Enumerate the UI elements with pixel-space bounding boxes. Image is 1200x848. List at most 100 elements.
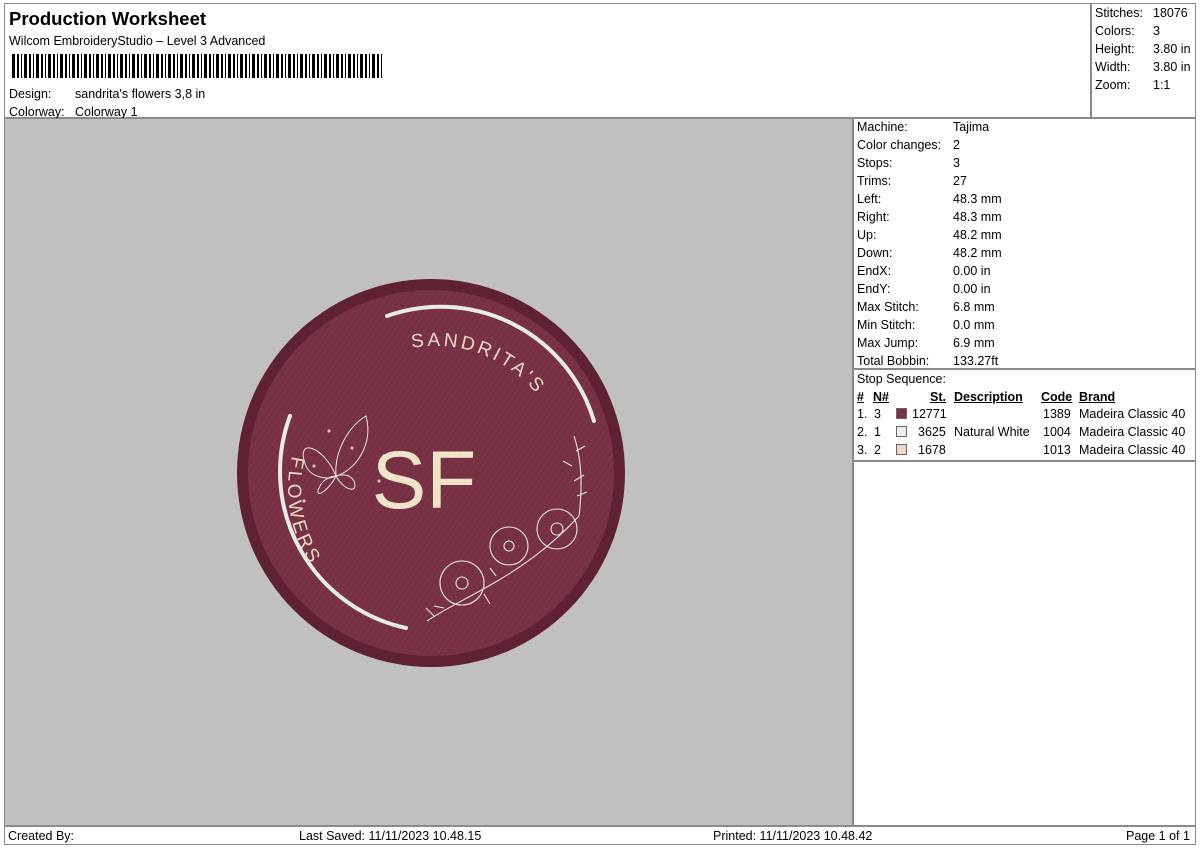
page-title: Production Worksheet — [9, 8, 207, 29]
stat-label: Height: — [1095, 42, 1135, 56]
machine-row: Total Bobbin: 133.27ft — [857, 354, 998, 368]
col-header-needle: N# — [873, 390, 889, 404]
machine-value: 48.3 mm — [953, 210, 1002, 224]
machine-value: Tajima — [953, 120, 990, 134]
design-preview[interactable]: SANDRITA'S FLOWERS SF — [4, 118, 853, 826]
col-header-code: Code — [1041, 390, 1073, 404]
color-swatch — [896, 408, 907, 419]
col-header-brand: Brand — [1079, 390, 1116, 404]
design-row: Design: sandrita's flowers 3,8 in — [9, 87, 205, 101]
row-code: 1389 — [1043, 407, 1071, 421]
machine-value: 6.9 mm — [953, 336, 995, 350]
machine-label: Max Jump: — [857, 336, 919, 350]
col-header-stitches: St. — [930, 390, 946, 404]
row-needle: 2 — [874, 443, 881, 457]
design-label: Design: — [9, 87, 52, 101]
row-brand: Madeira Classic 40 — [1079, 407, 1186, 421]
machine-row: EndY: 0.00 in — [857, 282, 991, 296]
color-swatch — [896, 426, 907, 437]
row-brand: Madeira Classic 40 — [1079, 425, 1186, 439]
machine-row: Min Stitch: 0.0 mm — [857, 318, 995, 332]
monogram: SF — [372, 435, 477, 526]
stat-label: Colors: — [1095, 24, 1135, 38]
row-code: 1013 — [1043, 443, 1071, 457]
stat-label: Width: — [1095, 60, 1131, 74]
stat-value: 3.80 in — [1153, 42, 1191, 56]
machine-row: Color changes: 2 — [857, 138, 960, 152]
machine-row: EndX: 0.00 in — [857, 264, 991, 278]
row-description: Natural White — [954, 425, 1030, 439]
machine-value: 2 — [953, 138, 960, 152]
machine-label: Left: — [857, 192, 882, 206]
machine-row: Up: 48.2 mm — [857, 228, 1002, 242]
machine-value: 0.00 in — [953, 282, 991, 296]
machine-row: Left: 48.3 mm — [857, 192, 1002, 206]
colorway-label: Colorway: — [9, 105, 65, 119]
stat-label: Zoom: — [1095, 78, 1131, 92]
machine-row: Max Stitch: 6.8 mm — [857, 300, 995, 314]
machine-value: 6.8 mm — [953, 300, 995, 314]
row-code: 1004 — [1043, 425, 1071, 439]
stat-value: 18076 — [1153, 6, 1188, 20]
stat-colors: Colors: 3 — [1095, 24, 1160, 38]
machine-info-panel: Machine: Tajima Color changes: 2 Stops: 3 T… — [853, 118, 1196, 369]
worksheet-footer: Created By: Last Saved: 11/11/2023 10.48… — [4, 826, 1196, 845]
colorway-row: Colorway: Colorway 1 — [9, 105, 138, 119]
embroidery-patch: SANDRITA'S FLOWERS SF — [237, 279, 625, 667]
machine-value: 3 — [953, 156, 960, 170]
stat-label: Stitches: — [1095, 6, 1143, 20]
printed-date: Printed: 11/11/2023 10.48.42 — [713, 829, 873, 843]
machine-value: 27 — [953, 174, 967, 188]
machine-value: 0.00 in — [953, 264, 991, 278]
machine-value: 0.0 mm — [953, 318, 995, 332]
page-number: Page 1 of 1 — [1126, 829, 1190, 843]
row-stitches: 1678 — [918, 443, 946, 457]
machine-label: Up: — [857, 228, 877, 242]
worksheet-header: Production Worksheet Wilcom EmbroiderySt… — [4, 3, 1091, 119]
row-needle: 1 — [874, 425, 881, 439]
machine-label: Total Bobbin: — [857, 354, 930, 368]
machine-label: Machine: — [857, 120, 908, 134]
last-saved: Last Saved: 11/11/2023 10.48.15 — [299, 829, 482, 843]
stat-zoom: Zoom: 1:1 — [1095, 78, 1170, 92]
row-needle: 3 — [874, 407, 881, 421]
machine-row: Right: 48.3 mm — [857, 210, 1002, 224]
machine-value: 48.2 mm — [953, 246, 1002, 260]
stats-panel: Stitches: 18076 Colors: 3 Height: 3.80 in W… — [1091, 3, 1196, 118]
software-name: Wilcom EmbroideryStudio – Level 3 Advanc… — [9, 34, 266, 48]
machine-label: Down: — [857, 246, 893, 260]
color-swatch — [896, 444, 907, 455]
machine-label: Stops: — [857, 156, 893, 170]
col-header-index: # — [857, 390, 864, 404]
stat-value: 1:1 — [1153, 78, 1171, 92]
machine-row: Stops: 3 — [857, 156, 960, 170]
stat-width: Width: 3.80 in — [1095, 60, 1191, 74]
created-by: Created By: — [8, 829, 75, 843]
machine-label: Max Stitch: — [857, 300, 919, 314]
stat-value: 3.80 in — [1153, 60, 1191, 74]
col-header-description: Description — [954, 390, 1023, 404]
stat-stitches: Stitches: 18076 — [1095, 6, 1188, 20]
stat-value: 3 — [1153, 24, 1160, 38]
design-value: sandrita's flowers 3,8 in — [75, 87, 206, 101]
machine-row: Max Jump: 6.9 mm — [857, 336, 995, 350]
machine-row: Machine: Tajima — [857, 120, 989, 134]
barcode — [12, 54, 382, 78]
row-index: 2. — [857, 425, 868, 439]
machine-value: 48.2 mm — [953, 228, 1002, 242]
row-stitches: 3625 — [918, 425, 946, 439]
row-index: 1. — [857, 407, 868, 421]
stat-height: Height: 3.80 in — [1095, 42, 1191, 56]
machine-row: Down: 48.2 mm — [857, 246, 1002, 260]
machine-label: Right: — [857, 210, 890, 224]
stop-sequence-title: Stop Sequence: — [857, 372, 946, 386]
machine-label: Color changes: — [857, 138, 942, 152]
stop-sequence-panel: Stop Sequence: # N# St. Description Code… — [853, 369, 1196, 461]
machine-label: EndX: — [857, 264, 892, 278]
machine-value: 133.27ft — [953, 354, 999, 368]
machine-row: Trims: 27 — [857, 174, 967, 188]
machine-label: EndY: — [857, 282, 891, 296]
row-stitches: 12771 — [912, 407, 947, 421]
row-brand: Madeira Classic 40 — [1079, 443, 1186, 457]
machine-value: 48.3 mm — [953, 192, 1002, 206]
